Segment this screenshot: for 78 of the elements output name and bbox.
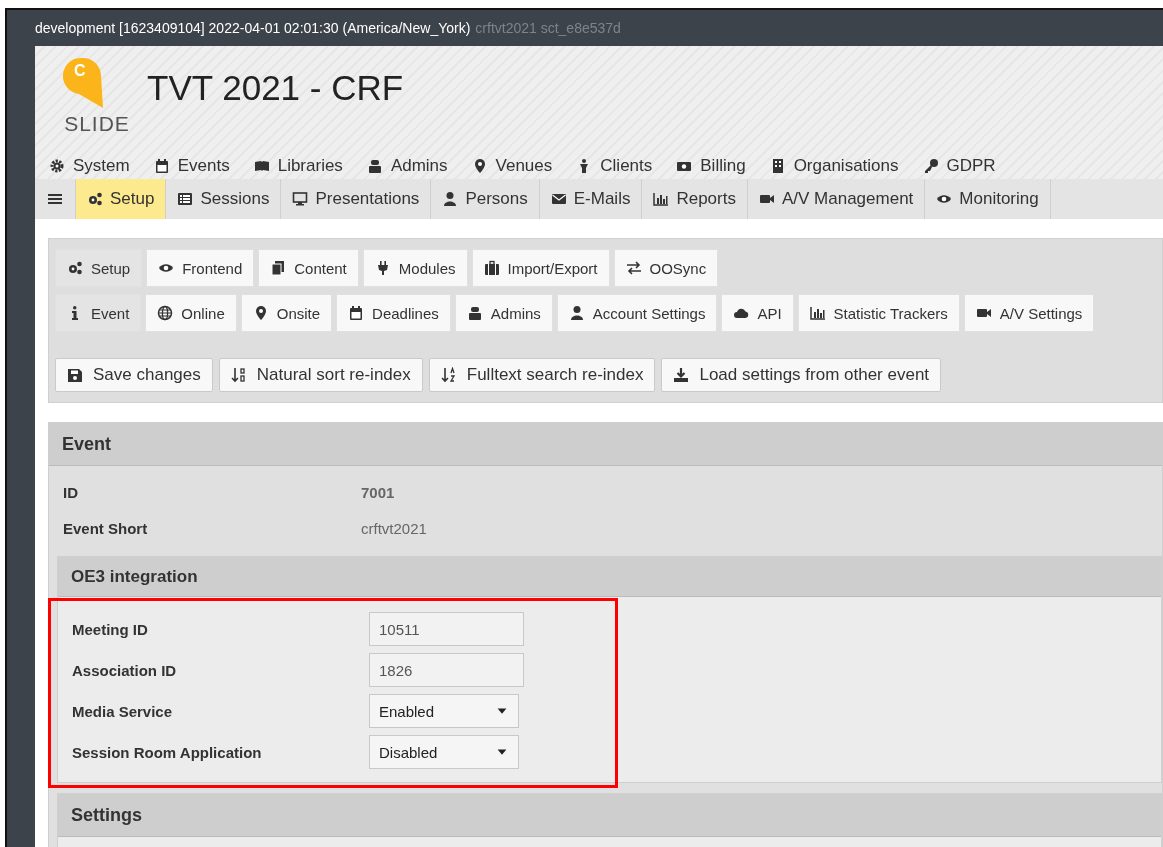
section-heading: Event: [49, 423, 1162, 466]
bar-chart-icon: [809, 305, 826, 321]
sub-tab[interactable]: Account Settings: [556, 294, 718, 332]
sub-tab[interactable]: A/V Settings: [963, 294, 1095, 332]
section-heading: OE3 integration: [58, 557, 1161, 597]
main-menu-item[interactable]: Venues: [471, 156, 553, 176]
tab[interactable]: Content: [258, 249, 359, 287]
field-value: crftvt2021: [361, 519, 427, 537]
logo-letter: C: [74, 62, 86, 80]
tab[interactable]: Setup: [55, 249, 143, 287]
toolbar-tab[interactable]: A/V Management: [747, 179, 926, 219]
section-heading: Settings: [58, 794, 1161, 837]
tab[interactable]: OOSync: [613, 249, 719, 287]
field-label: Event Short: [63, 519, 149, 537]
menu-icon: [47, 191, 63, 207]
monitor-icon: [292, 191, 309, 207]
sub-tab[interactable]: Deadlines: [336, 294, 451, 332]
field-label: Session Room Application: [72, 743, 263, 761]
dropdown[interactable]: Enabled: [369, 694, 519, 728]
main-menu-item[interactable]: Events: [153, 156, 230, 176]
calendar-icon: [348, 305, 365, 321]
tab[interactable]: Frontend: [146, 249, 255, 287]
copy-icon: [270, 260, 287, 276]
book-icon: [253, 158, 270, 174]
action-button[interactable]: Save changes: [55, 358, 213, 392]
sort-icon: [440, 367, 457, 383]
field-label: Media Service: [72, 702, 174, 720]
suitcase-icon: [483, 260, 500, 276]
action-button[interactable]: Load settings from other event: [661, 358, 942, 392]
environment-info: development [1623409104] 2022-04-01 02:01:30 (America/New_York): [35, 20, 471, 36]
user-icon: [568, 305, 585, 321]
toolbar-tab[interactable]: E-Mails: [539, 179, 643, 219]
event-code: crftvt2021 sct_e8e537d: [475, 20, 621, 36]
bar-chart-icon: [653, 191, 670, 207]
sub-tab[interactable]: Admins: [454, 294, 553, 332]
event-title: TVT 2021 - CRF: [147, 68, 404, 108]
swap-arrows-icon: [625, 260, 642, 276]
sub-tab[interactable]: Online: [145, 294, 237, 332]
gears-icon: [87, 191, 103, 207]
main-menu-item[interactable]: GDPR: [922, 156, 996, 176]
sub-tab[interactable]: API: [721, 294, 794, 332]
main-menu-item[interactable]: Organisations: [769, 156, 899, 176]
toolbar-tab[interactable]: Presentations: [281, 179, 432, 219]
field-value: 7001: [361, 483, 395, 501]
main-menu-item[interactable]: Clients: [576, 156, 653, 176]
action-button[interactable]: Fulltext search re-index: [428, 358, 656, 392]
tab[interactable]: Modules: [362, 249, 468, 287]
input-field[interactable]: 10511: [369, 612, 524, 646]
main-menu-item[interactable]: System: [49, 156, 130, 176]
main-menu-item[interactable]: Libraries: [253, 156, 343, 176]
download-icon: [673, 367, 690, 383]
toolbar-tab[interactable]: Monitoring: [925, 179, 1051, 219]
toolbar-tab[interactable]: Persons: [431, 179, 540, 219]
sub-tab[interactable]: Statistic Trackers: [797, 294, 960, 332]
calendar-icon: [153, 158, 170, 174]
globe-icon: [157, 305, 174, 321]
gear-icon: [49, 158, 65, 174]
logo-word: SLIDE: [64, 112, 130, 136]
sub-tab[interactable]: Onsite: [240, 294, 333, 332]
envelope-icon: [550, 191, 567, 207]
main-menu-item[interactable]: Billing: [676, 156, 746, 176]
gears-icon: [67, 260, 83, 276]
toolbar-tab[interactable]: Reports: [642, 179, 748, 219]
tab[interactable]: Import/Export: [471, 249, 610, 287]
toolbar-tab[interactable]: Sessions: [166, 179, 282, 219]
field-label: Meeting ID: [72, 620, 149, 638]
table-icon: [177, 191, 194, 207]
field-label: Association ID: [72, 661, 178, 679]
key-icon: [922, 158, 939, 174]
user-icon: [442, 191, 459, 207]
input-field[interactable]: 1826: [369, 653, 524, 687]
toolbar-tab[interactable]: Setup: [76, 179, 167, 219]
field-label: ID: [63, 483, 79, 501]
sort-icon: [230, 367, 247, 383]
sub-tab[interactable]: Event: [55, 294, 142, 332]
main-menu-item[interactable]: Admins: [366, 156, 448, 176]
action-button[interactable]: Natural sort re-index: [218, 358, 423, 392]
dropdown[interactable]: Disabled: [369, 735, 519, 769]
